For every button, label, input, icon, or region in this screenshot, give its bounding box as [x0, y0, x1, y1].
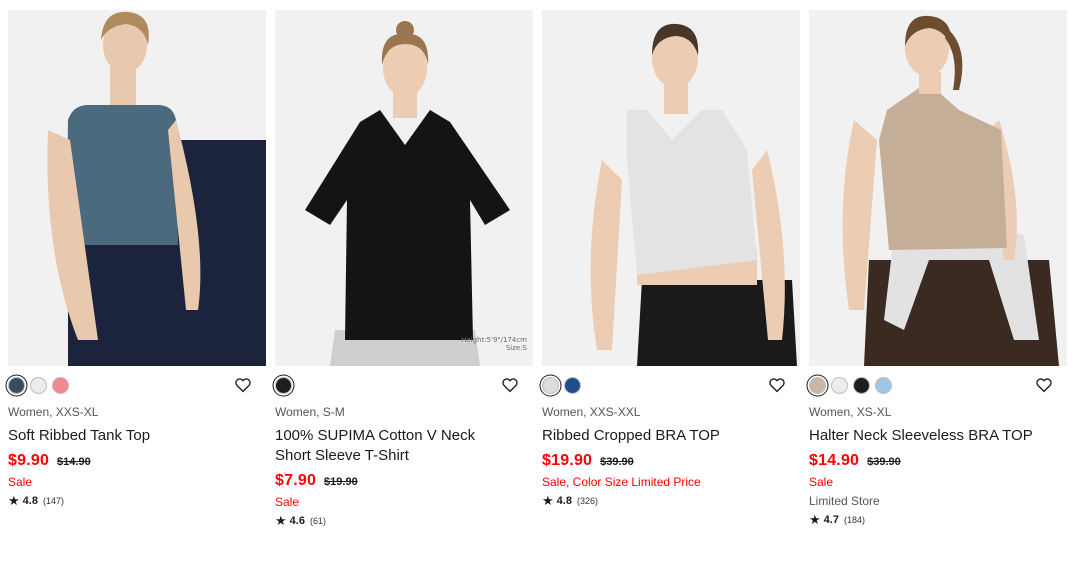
color-swatch-row: [275, 376, 533, 404]
sale-flag: Sale, Color Size Limited Price: [542, 475, 701, 489]
product-name[interactable]: 100% SUPIMA Cotton V Neck Short Sleeve T…: [275, 426, 505, 466]
product-image[interactable]: [809, 10, 1067, 366]
color-swatch[interactable]: [8, 376, 25, 394]
product-grid: Women, XXS-XL Soft Ribbed Tank Top $9.90…: [8, 10, 1072, 562]
color-swatch-row: [8, 376, 266, 404]
tank-top-shape: [66, 105, 178, 250]
price-block: $19.90 $39.90: [542, 452, 800, 470]
rating: ★ 4.6 (61): [275, 514, 533, 528]
color-swatches: [542, 376, 800, 394]
model-photo: [809, 10, 1067, 366]
product-card[interactable]: Women, XS-XL Halter Neck Sleeveless BRA …: [809, 10, 1067, 527]
star-icon: ★: [275, 513, 287, 528]
price-block: $9.90 $14.90: [8, 452, 266, 470]
review-count: (61): [309, 516, 326, 526]
star-icon: ★: [809, 512, 821, 527]
sale-flag: Sale: [8, 475, 33, 489]
color-swatch[interactable]: [875, 376, 892, 394]
product-image[interactable]: Height:5'9"/174cm Size:S: [275, 10, 533, 366]
heart-outline-icon[interactable]: [768, 376, 786, 394]
gender-size-range: Women, XXS-XL: [8, 405, 99, 419]
original-price: $19.90: [324, 476, 358, 488]
gender-size-range: Women, S-M: [275, 405, 345, 419]
color-swatches: [809, 376, 1067, 394]
sale-flag: Sale: [275, 495, 300, 509]
original-price: $39.90: [600, 456, 634, 468]
sale-price: $19.90: [542, 452, 593, 469]
sale-price: $7.90: [275, 472, 317, 489]
product-card[interactable]: Height:5'9"/174cm Size:S Women, S-M 100%…: [275, 10, 533, 528]
price-block: $14.90 $39.90: [809, 452, 1067, 470]
color-swatch[interactable]: [853, 376, 870, 394]
rating: ★ 4.7 (184): [809, 513, 1067, 527]
product-image[interactable]: [8, 10, 266, 366]
product-image[interactable]: [542, 10, 800, 366]
product-card[interactable]: Women, XXS-XXL Ribbed Cropped BRA TOP $1…: [542, 10, 800, 508]
star-icon: ★: [8, 493, 20, 508]
color-swatch[interactable]: [275, 376, 292, 394]
rating: ★ 4.8 (326): [542, 494, 800, 508]
color-swatch[interactable]: [52, 376, 69, 394]
rating-score: 4.8: [556, 495, 572, 507]
product-name[interactable]: Ribbed Cropped BRA TOP: [542, 426, 772, 446]
sale-flag: Sale: [809, 475, 834, 489]
rating-score: 4.8: [22, 495, 38, 507]
limited-store-label: Limited Store: [809, 494, 880, 508]
color-swatch[interactable]: [30, 376, 47, 394]
star-icon: ★: [542, 493, 554, 508]
color-swatch[interactable]: [809, 376, 826, 394]
gender-size-range: Women, XS-XL: [809, 405, 892, 419]
original-price: $39.90: [867, 456, 901, 468]
review-count: (326): [576, 496, 598, 506]
review-count: (147): [42, 496, 64, 506]
color-swatch[interactable]: [564, 376, 581, 394]
product-name[interactable]: Halter Neck Sleeveless BRA TOP: [809, 426, 1039, 446]
gender-size-range: Women, XXS-XXL: [542, 405, 641, 419]
heart-outline-icon[interactable]: [234, 376, 252, 394]
review-count: (184): [843, 515, 865, 525]
color-swatch[interactable]: [542, 376, 559, 394]
rating-score: 4.7: [823, 514, 839, 526]
color-swatch-row: [809, 376, 1067, 404]
model-photo: [275, 10, 533, 366]
model-photo: [8, 10, 266, 366]
sale-price: $9.90: [8, 452, 50, 469]
product-name[interactable]: Soft Ribbed Tank Top: [8, 426, 238, 446]
model-height-note: Height:5'9"/174cm Size:S: [461, 336, 527, 352]
color-swatch[interactable]: [831, 376, 848, 394]
color-swatch-row: [542, 376, 800, 404]
rating-score: 4.6: [289, 515, 305, 527]
product-card[interactable]: Women, XXS-XL Soft Ribbed Tank Top $9.90…: [8, 10, 266, 508]
heart-outline-icon[interactable]: [1035, 376, 1053, 394]
rating: ★ 4.8 (147): [8, 494, 266, 508]
price-block: $7.90 $19.90: [275, 472, 533, 490]
color-swatches: [275, 376, 533, 394]
color-swatches: [8, 376, 266, 394]
model-photo: [542, 10, 800, 366]
sale-price: $14.90: [809, 452, 860, 469]
heart-outline-icon[interactable]: [501, 376, 519, 394]
original-price: $14.90: [57, 456, 91, 468]
